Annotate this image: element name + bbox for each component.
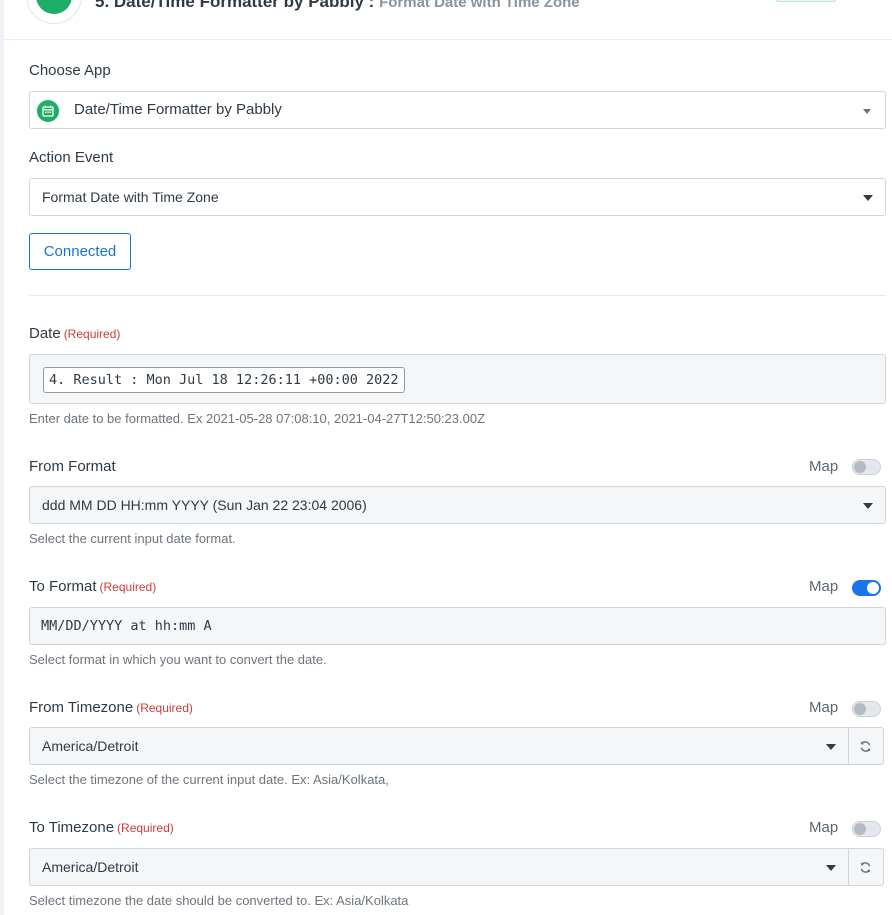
chevron-down-icon <box>863 109 871 114</box>
calendar-icon <box>37 100 59 122</box>
required-marker: (Required) <box>136 701 193 715</box>
choose-app-select[interactable]: Date/Time Formatter by Pabbly <box>29 91 886 129</box>
choose-app-label: Choose App <box>29 62 111 79</box>
to-timezone-map-toggle[interactable] <box>852 821 881 837</box>
step-title: 5. Date/Time Formatter by Pabbly : Forma… <box>95 0 580 12</box>
to-timezone-label: To Timezone (Required) <box>29 819 174 836</box>
chevron-down-icon <box>863 503 873 509</box>
required-marker: (Required) <box>99 580 157 594</box>
to-timezone-map-label: Map <box>809 819 839 836</box>
to-timezone-select[interactable]: America/Detroit <box>29 848 849 886</box>
mapped-value-pill[interactable]: 4. Result : Mon Jul 18 12:26:11 +00:00 2… <box>43 367 405 393</box>
to-timezone-label-text: To Timezone <box>29 819 115 836</box>
to-format-label: To Format (Required) <box>29 578 156 595</box>
left-rail <box>0 0 4 915</box>
to-format-label-text: To Format <box>29 578 97 595</box>
from-timezone-map-toggle[interactable] <box>852 701 881 717</box>
action-event-select[interactable]: Format Date with Time Zone <box>29 178 886 216</box>
step-title-text: 5. Date/Time Formatter by Pabbly : <box>95 0 375 11</box>
from-timezone-map-label: Map <box>809 699 839 716</box>
from-timezone-select[interactable]: America/Detroit <box>29 727 849 765</box>
to-timezone-help-text: Select timezone the date should be conve… <box>29 893 409 908</box>
to-timezone-refresh-button[interactable] <box>849 848 884 886</box>
from-timezone-refresh-button[interactable] <box>849 727 884 765</box>
date-label: Date (Required) <box>29 325 120 342</box>
required-marker: (Required) <box>63 327 121 341</box>
to-format-map-label: Map <box>809 578 839 595</box>
choose-app-value: Date/Time Formatter by Pabbly <box>74 101 282 118</box>
from-format-help-text: Select the current input date format. <box>29 531 236 546</box>
to-format-input[interactable]: MM/DD/YYYY at hh:mm A <box>29 607 886 645</box>
from-format-map-toggle[interactable] <box>852 459 881 475</box>
refresh-icon <box>860 862 871 873</box>
step-status-badge <box>775 0 837 2</box>
date-help-text: Enter date to be formatted. Ex 2021-05-2… <box>29 411 486 426</box>
section-divider <box>29 295 886 296</box>
from-timezone-value: America/Detroit <box>42 738 139 754</box>
to-timezone-value: America/Detroit <box>42 859 139 875</box>
from-timezone-help-text: Select the timezone of the current input… <box>29 772 389 787</box>
to-format-help-text: Select format in which you want to conve… <box>29 652 327 667</box>
from-timezone-label-text: From Timezone <box>29 699 134 716</box>
refresh-icon <box>860 741 871 752</box>
action-event-label: Action Event <box>29 149 114 166</box>
from-format-label: From Format <box>29 458 116 475</box>
chevron-down-icon <box>826 744 836 750</box>
from-format-select[interactable]: ddd MM DD HH:mm YYYY (Sun Jan 22 23:04 2… <box>29 486 886 524</box>
to-format-map-toggle[interactable] <box>852 580 881 596</box>
from-timezone-label: From Timezone (Required) <box>29 699 193 716</box>
required-marker: (Required) <box>117 821 174 835</box>
chevron-down-icon <box>826 865 836 871</box>
step-event-text: Format Date with Time Zone <box>379 0 580 11</box>
chevron-down-icon <box>863 195 873 201</box>
from-format-value: ddd MM DD HH:mm YYYY (Sun Jan 22 23:04 2… <box>42 497 367 513</box>
from-format-map-label: Map <box>809 458 839 475</box>
step-header[interactable]: 5. Date/Time Formatter by Pabbly : Forma… <box>4 0 892 40</box>
date-label-text: Date <box>29 325 61 342</box>
connected-button[interactable]: Connected <box>29 233 131 270</box>
action-event-value: Format Date with Time Zone <box>42 189 219 205</box>
date-input[interactable]: 4. Result : Mon Jul 18 12:26:11 +00:00 2… <box>29 354 886 404</box>
step-app-logo <box>26 0 82 24</box>
